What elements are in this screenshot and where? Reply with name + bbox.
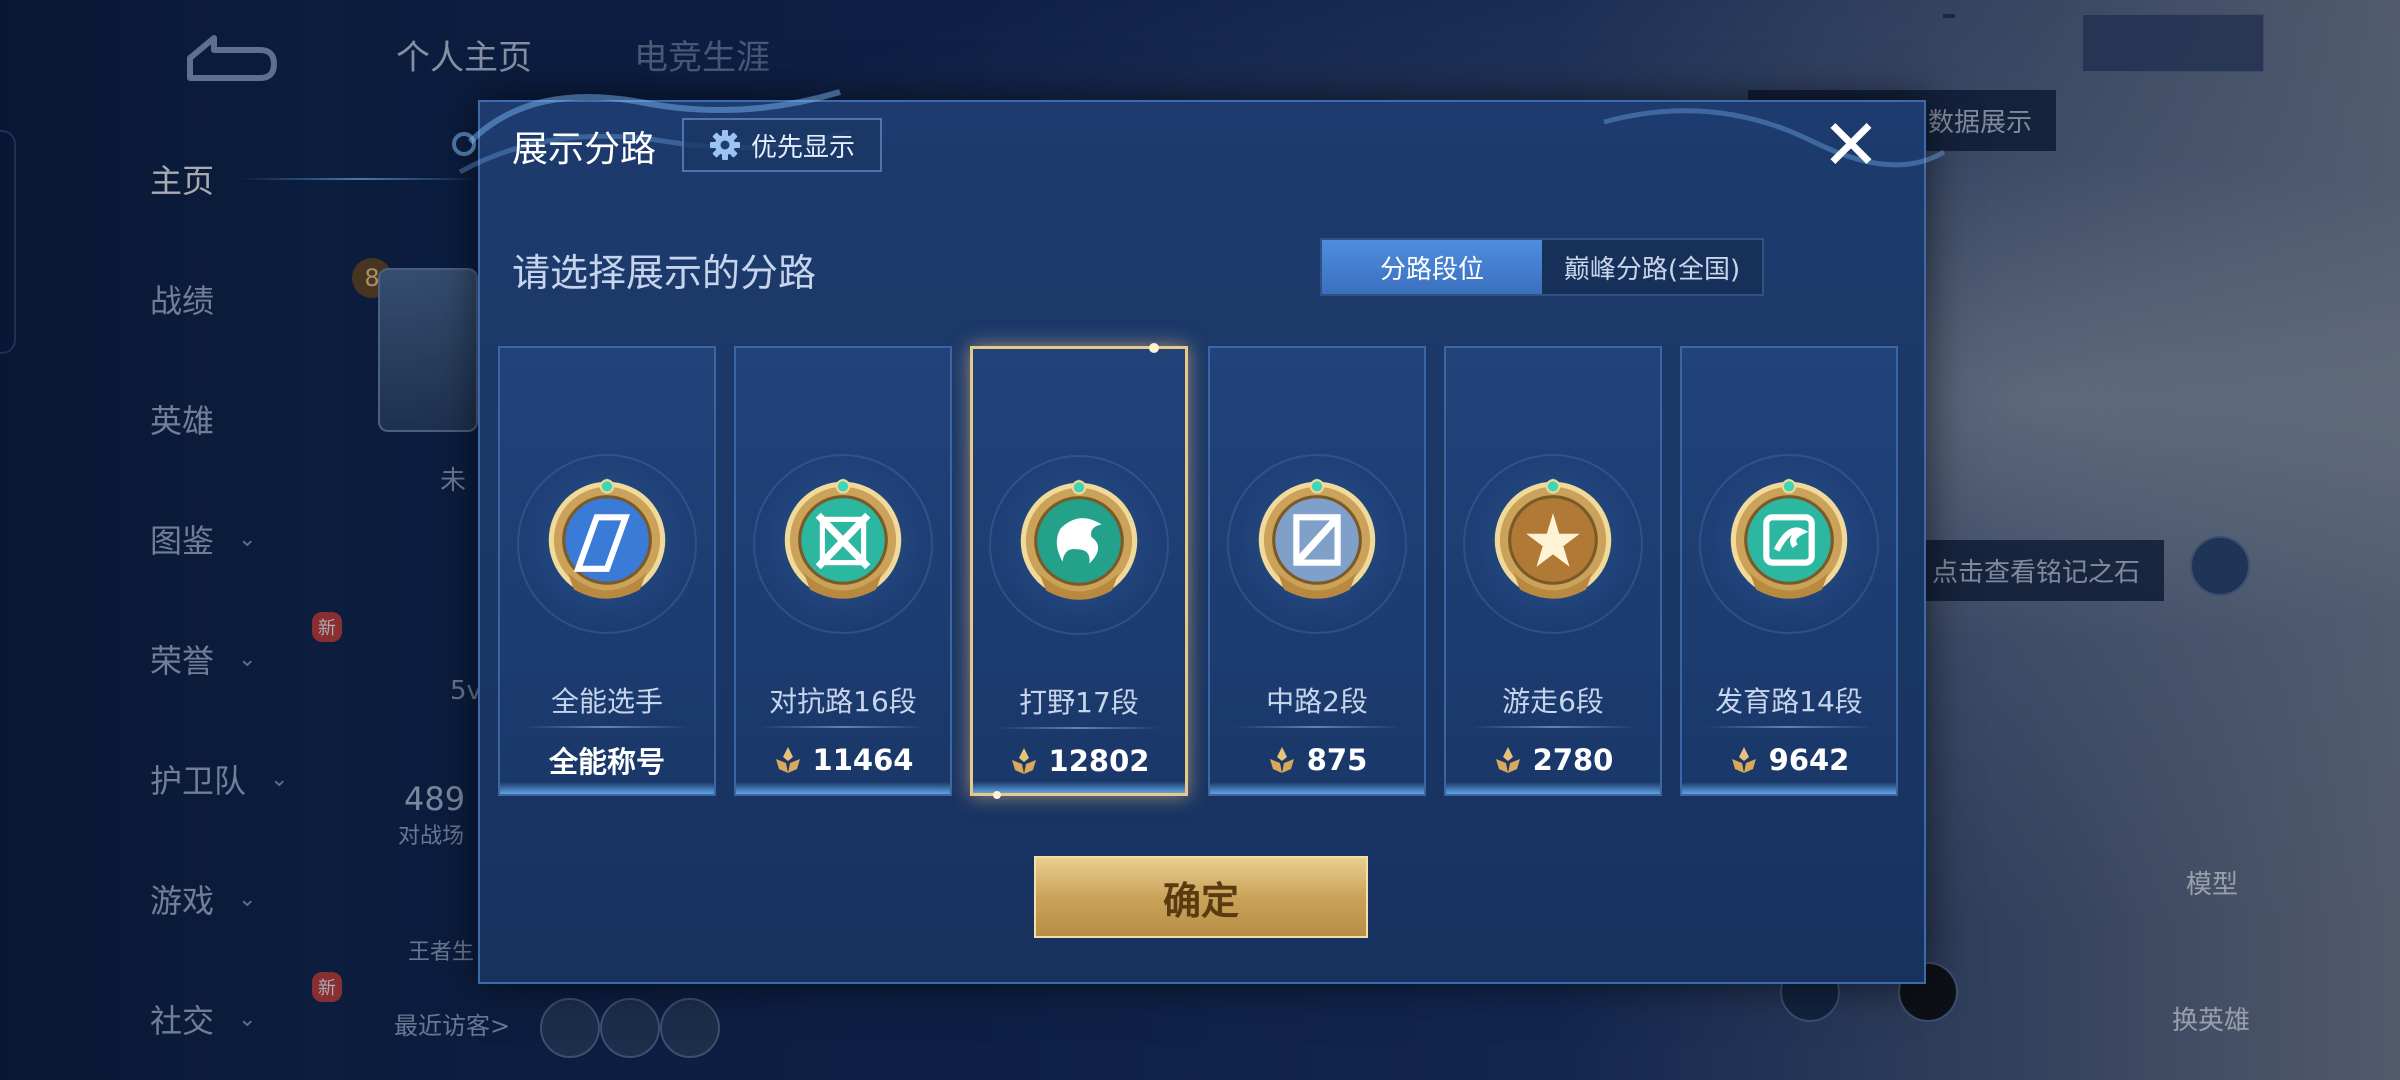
- lane-score: 全能称号: [500, 740, 714, 780]
- lane-card[interactable]: 发育路14段 9642: [1680, 346, 1898, 796]
- lane-score-value: 875: [1306, 743, 1368, 777]
- lane-score: 2780: [1446, 740, 1660, 780]
- confirm-button[interactable]: 确定: [1034, 856, 1368, 938]
- select-lane-prompt: 请选择展示的分路: [512, 251, 817, 295]
- lane-points-icon: [1011, 748, 1036, 774]
- lane-display-dialog: 展示分路 优先显示 ✕ 请选择展示的分路 分路段位 巅峰分路(全国) 全能选手全…: [452, 89, 1946, 984]
- jungle-badge-icon: [1020, 479, 1138, 600]
- card-bottom-glow: [1210, 782, 1424, 794]
- priority-display-button[interactable]: 优先显示: [682, 118, 882, 172]
- clash-lane-badge-icon: [784, 478, 902, 599]
- lane-rank-label: 中路2段: [1266, 685, 1368, 718]
- lane-score: 12802: [973, 741, 1185, 781]
- card-bottom-glow: [973, 781, 1185, 793]
- lane-rank-label: 游走6段: [1502, 685, 1604, 718]
- lane-points-icon: [775, 747, 800, 773]
- lane-rank-label: 全能选手: [550, 685, 663, 718]
- lane-score: 875: [1210, 740, 1424, 780]
- lane-points-icon: [1269, 747, 1294, 773]
- lane-points-icon: [1731, 747, 1756, 773]
- mid-lane-badge-icon: [1258, 478, 1376, 599]
- lane-rank-label: 打野17段: [1019, 686, 1139, 719]
- lane-score-value: 2780: [1532, 743, 1614, 777]
- lane-points-icon: [1495, 747, 1520, 773]
- selection-sparkle: [993, 791, 1001, 799]
- divider: [524, 726, 690, 728]
- lane-score: 11464: [736, 740, 950, 780]
- lane-card[interactable]: 中路2段 875: [1208, 346, 1426, 796]
- lane-score-value: 全能称号: [548, 745, 665, 779]
- lane-score-value: 9642: [1768, 743, 1850, 777]
- card-bottom-glow: [1446, 782, 1660, 794]
- all-round-badge-icon: [548, 478, 666, 599]
- selection-sparkle: [1149, 343, 1159, 353]
- tab-peak-lane-national[interactable]: 巅峰分路(全国): [1542, 240, 1762, 294]
- lane-score-value: 12802: [1048, 744, 1150, 778]
- priority-display-label: 优先显示: [750, 132, 855, 163]
- farm-lane-badge-icon: [1730, 478, 1848, 599]
- divider: [1470, 726, 1636, 728]
- lane-rank-label: 发育路14段: [1715, 685, 1863, 718]
- divider: [1234, 726, 1400, 728]
- lane-score-value: 11464: [812, 743, 914, 777]
- card-bottom-glow: [736, 782, 950, 794]
- lane-card[interactable]: 游走6段 2780: [1444, 346, 1662, 796]
- divider: [760, 726, 926, 728]
- divider: [1706, 726, 1872, 728]
- gear-icon: [709, 130, 740, 160]
- lane-mode-segmented-control: 分路段位 巅峰分路(全国): [1320, 238, 1764, 296]
- lane-rank-label: 对抗路16段: [769, 685, 917, 718]
- lane-score: 9642: [1682, 740, 1896, 780]
- close-icon[interactable]: ✕: [1818, 110, 1884, 180]
- card-bottom-glow: [500, 782, 714, 794]
- divider: [997, 727, 1161, 729]
- lane-card[interactable]: 对抗路16段 11464: [734, 346, 952, 796]
- swirl-decoration: [1603, 108, 1946, 168]
- lane-card[interactable]: 全能选手 全能称号: [498, 346, 716, 796]
- lane-card[interactable]: 打野17段 12802: [970, 343, 1188, 799]
- roam-badge-icon: [1494, 478, 1612, 599]
- card-bottom-glow: [1682, 782, 1896, 794]
- tab-lane-rank[interactable]: 分路段位: [1322, 240, 1542, 294]
- dialog-title: 展示分路: [512, 129, 657, 170]
